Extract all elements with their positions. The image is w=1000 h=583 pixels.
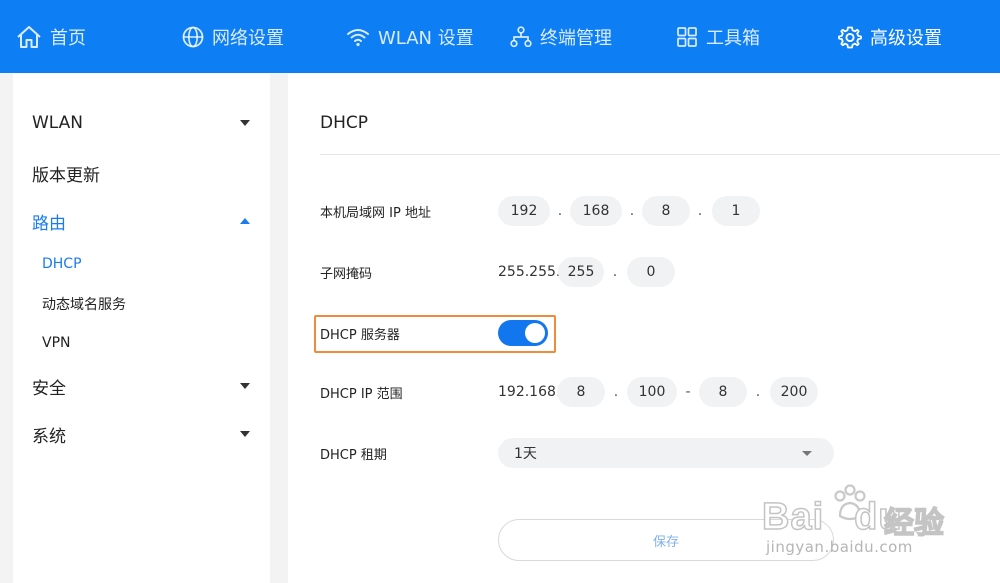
sidebar-item-firmware-update[interactable]: 版本更新: [32, 157, 250, 189]
nav-item-wlan-settings[interactable]: WLAN 设置: [346, 0, 474, 73]
sidebar-subitem-dhcp[interactable]: DHCP: [42, 252, 82, 276]
subnet-mask-label: 子网掩码: [320, 266, 373, 282]
ip-dot-separator: .: [697, 203, 703, 219]
device-tree-icon: [510, 25, 532, 47]
sidebar-item-routing[interactable]: 路由: [32, 205, 250, 237]
dhcp-server-label: DHCP 服务器: [320, 327, 400, 343]
home-icon: [17, 25, 41, 48]
nav-item-toolbox[interactable]: 工具箱: [676, 0, 760, 73]
subnet-mask-octet-4-input[interactable]: 0: [627, 257, 675, 287]
lan-ip-octet-1-input[interactable]: 192: [498, 196, 550, 226]
sidebar-subitem-label: 动态域名服务: [42, 297, 126, 313]
ip-dot-separator: .: [755, 384, 761, 400]
lan-ip-octet-2-input[interactable]: 168: [570, 196, 622, 226]
chevron-up-icon: [240, 218, 250, 224]
chevron-down-icon: [240, 120, 250, 126]
dhcp-ip-range-prefix: 192.168.: [498, 384, 561, 400]
dhcp-settings-panel: DHCP 本机局域网 IP 地址 192 . 168 . 8 . 1 子网掩码 …: [288, 73, 1000, 583]
dhcp-lease-selected-value: 1天: [514, 446, 537, 462]
title-divider: [320, 154, 1000, 155]
sidebar: WLAN 版本更新 路由 DHCP 动态域名服务 VPN 安全 系统: [13, 73, 270, 583]
sidebar-item-label: 版本更新: [32, 165, 100, 186]
lan-ip-octet-3-input[interactable]: 8: [642, 196, 690, 226]
nav-item-label: 终端管理: [540, 27, 612, 49]
dhcp-range-start-octet-3-input[interactable]: 8: [557, 377, 605, 407]
sidebar-item-label: 路由: [32, 213, 66, 234]
nav-item-label: 首页: [50, 27, 86, 49]
nav-item-advanced-settings[interactable]: 高级设置: [838, 0, 942, 73]
page-title: DHCP: [320, 113, 368, 133]
dhcp-ip-range-label: DHCP IP 范围: [320, 386, 403, 402]
dhcp-lease-select[interactable]: 1天: [498, 438, 834, 468]
ip-dot-separator: .: [557, 203, 563, 219]
dhcp-server-toggle[interactable]: [498, 320, 548, 346]
globe-icon: [182, 26, 204, 47]
ip-dot-separator: .: [612, 264, 618, 280]
sidebar-item-security[interactable]: 安全: [32, 370, 250, 402]
ip-dot-separator: .: [613, 384, 619, 400]
nav-item-device-management[interactable]: 终端管理: [510, 0, 612, 73]
sidebar-subitem-label: VPN: [42, 335, 71, 351]
dhcp-range-end-octet-4-input[interactable]: 200: [770, 377, 818, 407]
sidebar-subitem-label: DHCP: [42, 256, 82, 272]
sidebar-subitem-ddns[interactable]: 动态域名服务: [42, 292, 126, 316]
sidebar-item-wlan[interactable]: WLAN: [32, 107, 250, 139]
nav-item-home[interactable]: 首页: [16, 0, 86, 73]
wifi-icon: [347, 28, 369, 46]
sidebar-item-label: WLAN: [32, 113, 84, 133]
nav-item-label: WLAN 设置: [378, 27, 474, 49]
nav-item-label: 网络设置: [212, 27, 284, 49]
subnet-mask-octet-3-input[interactable]: 255: [558, 257, 604, 287]
chevron-down-icon: [240, 383, 250, 389]
chevron-down-icon: [802, 450, 812, 456]
ip-dot-separator: .: [629, 203, 635, 219]
sidebar-item-system[interactable]: 系统: [32, 418, 250, 450]
sidebar-item-label: 系统: [32, 426, 66, 447]
lan-ip-octet-4-input[interactable]: 1: [712, 196, 760, 226]
dhcp-lease-label: DHCP 租期: [320, 447, 387, 463]
chevron-down-icon: [240, 431, 250, 437]
subnet-mask-prefix: 255.255.: [498, 264, 561, 280]
toggle-knob: [525, 323, 545, 343]
dhcp-range-start-octet-4-input[interactable]: 100: [627, 377, 677, 407]
gear-icon: [838, 26, 862, 48]
dhcp-range-end-octet-3-input[interactable]: 8: [699, 377, 747, 407]
nav-item-label: 高级设置: [870, 27, 942, 49]
nav-item-label: 工具箱: [706, 27, 760, 49]
nav-item-network-settings[interactable]: 网络设置: [182, 0, 284, 73]
toolbox-grid-icon: [677, 26, 697, 47]
sidebar-subitem-vpn[interactable]: VPN: [42, 331, 71, 355]
lan-ip-label: 本机局域网 IP 地址: [320, 205, 431, 221]
top-navigation-bar: 首页 网络设置 WLAN 设置 终端管理 工具箱 高级设置: [0, 0, 1000, 73]
save-button[interactable]: 保存: [498, 519, 834, 561]
sidebar-item-label: 安全: [32, 378, 66, 399]
range-dash-separator: -: [685, 384, 691, 400]
